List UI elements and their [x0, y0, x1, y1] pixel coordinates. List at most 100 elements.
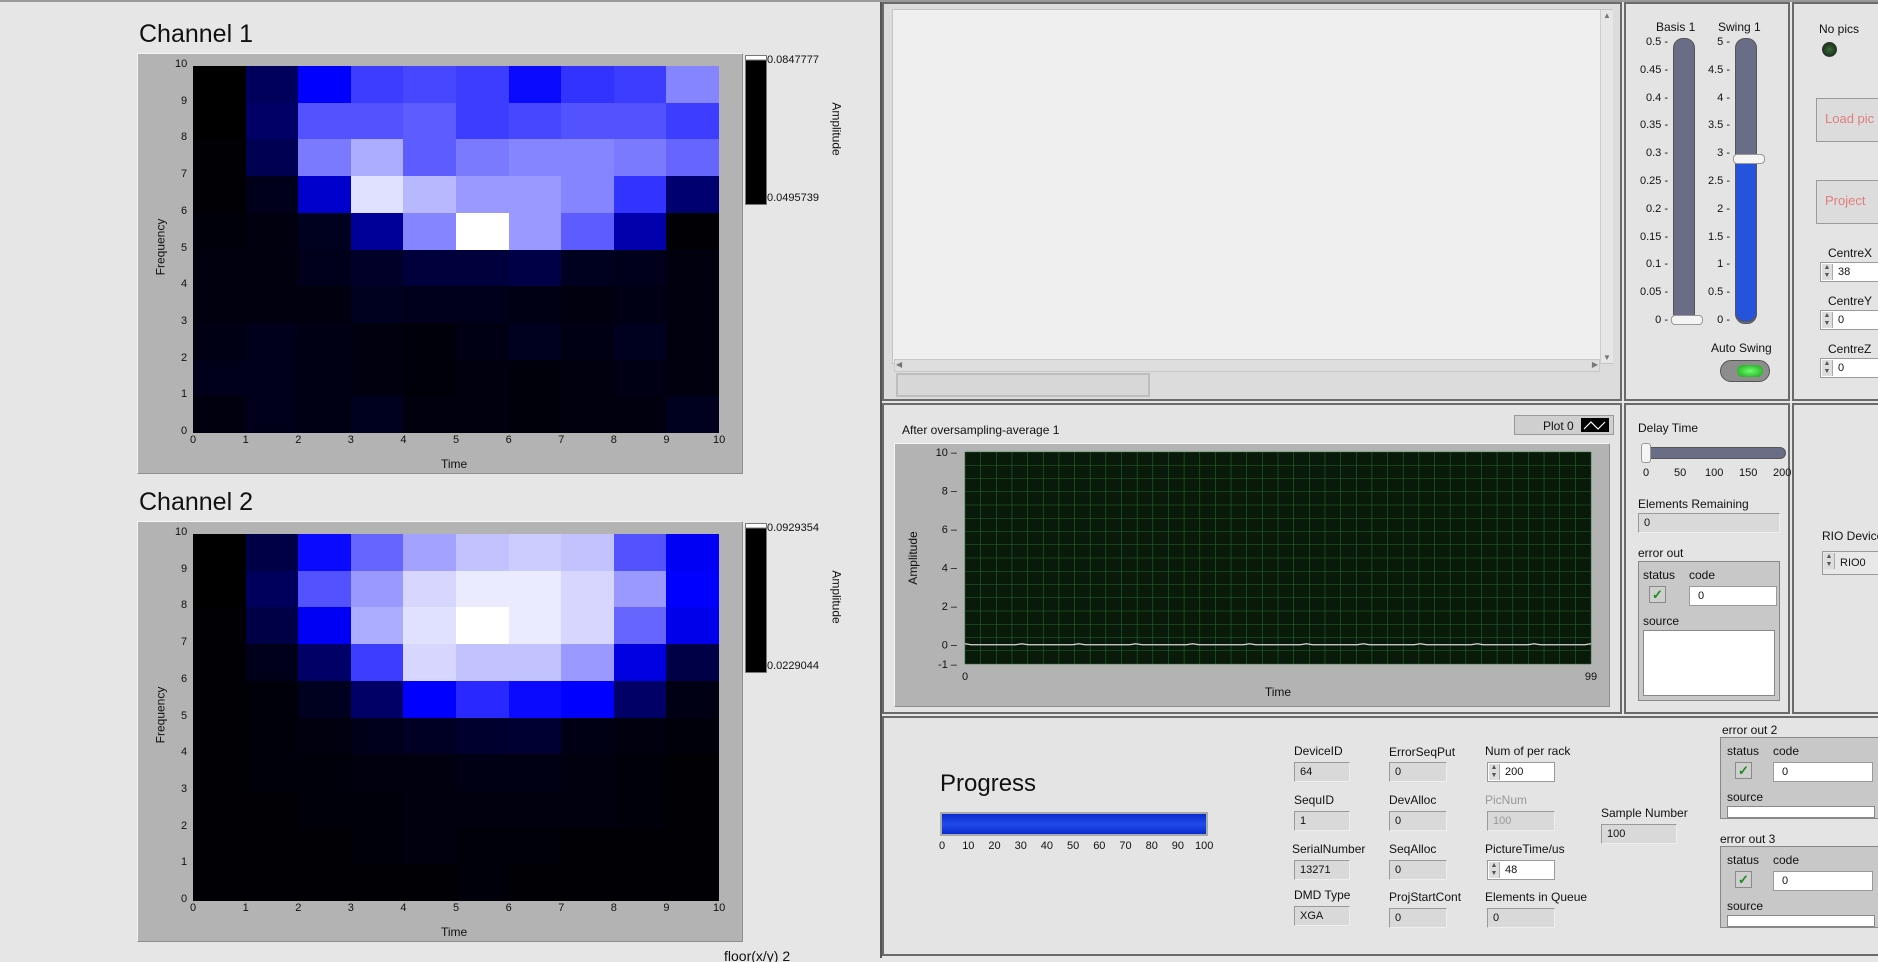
- heatmap-cell: [508, 680, 562, 718]
- scroll-left-icon[interactable]: ◀: [896, 360, 902, 369]
- delay-tick-label: 150: [1739, 467, 1758, 479]
- image-display[interactable]: [892, 9, 1613, 364]
- sample-number-value: 100: [1601, 824, 1677, 844]
- device-id-label: DeviceID: [1294, 744, 1343, 758]
- channel1-zmin: 0.0495739: [767, 192, 819, 204]
- heatmap-cell: [298, 396, 352, 434]
- heatmap-cell: [403, 864, 457, 902]
- scroll-up-icon[interactable]: ▲: [1603, 11, 1611, 20]
- scroll-right-icon[interactable]: ▶: [1592, 360, 1598, 369]
- horizontal-scrollbar[interactable]: ◀ ▶: [894, 359, 1600, 372]
- heatmap-cell: [561, 249, 615, 287]
- plot-legend[interactable]: Plot 0: [1514, 415, 1614, 435]
- heatmap-cell: [403, 66, 457, 104]
- slider-tick-label: 3.5 -: [1707, 119, 1730, 132]
- progress-tick-label: 100: [1195, 840, 1214, 852]
- heatmap-cell: [193, 754, 247, 792]
- progress-title: Progress: [940, 770, 1037, 797]
- heatmap-cell: [666, 680, 720, 718]
- status-field: [896, 373, 1150, 397]
- elements-in-queue-value: 0: [1487, 908, 1555, 928]
- slider1-thumb[interactable]: [1671, 315, 1703, 325]
- slider2-thumb[interactable]: [1733, 153, 1765, 164]
- spinner-icon[interactable]: ▲ ▼: [1822, 312, 1833, 328]
- vertical-scrollbar[interactable]: ▲ ▼: [1600, 10, 1613, 363]
- slider-tick-label: 0 -: [1655, 314, 1668, 326]
- heatmap-cell: [403, 570, 457, 608]
- scroll-down-icon[interactable]: ▼: [1603, 353, 1611, 362]
- heatmap-cell: [508, 644, 562, 682]
- heatmap-cell: [456, 754, 510, 792]
- slider2-fill: [1735, 158, 1757, 322]
- delay-tick-label: 100: [1705, 467, 1724, 479]
- heatmap-cell: [561, 644, 615, 682]
- x-tick-label: 0: [190, 434, 197, 446]
- device-id-value: 64: [1294, 762, 1350, 782]
- heatmap-cell: [350, 286, 404, 324]
- y-tick-label: 0: [181, 425, 188, 437]
- channel1-ylabel: Frequency: [153, 218, 168, 276]
- heatmap-cell: [508, 396, 562, 434]
- rio-device-select[interactable]: ▲ ▼ RIO0: [1822, 551, 1878, 575]
- heatmap-cell: [456, 249, 510, 287]
- heatmap-cell: [403, 212, 457, 250]
- delay-slider-track[interactable]: [1642, 447, 1786, 459]
- status-check-icon: ✓: [1735, 762, 1752, 779]
- heatmap-cell: [245, 644, 299, 682]
- heatmap-cell: [456, 717, 510, 755]
- channel2-heatmap: [193, 534, 720, 902]
- y-tick-label: 8: [181, 599, 188, 612]
- x-tick-label: 6: [505, 434, 512, 446]
- num-per-rack-input[interactable]: ▲ ▼ 200: [1487, 762, 1555, 782]
- rio-panel: RIO Device ▲ ▼ RIO0: [1792, 403, 1878, 714]
- slider1-track[interactable]: [1673, 38, 1695, 324]
- heatmap-cell: [403, 176, 457, 214]
- heatmap-cell: [350, 212, 404, 250]
- auto-swing-toggle[interactable]: [1720, 360, 1770, 382]
- heatmap-cell: [456, 102, 510, 140]
- heatmap-cell: [613, 66, 667, 104]
- heatmap-cell: [561, 396, 615, 434]
- heatmap-cell: [350, 607, 404, 645]
- x-tick-label: 8: [610, 902, 617, 914]
- project-button[interactable]: Project: [1816, 180, 1878, 224]
- heatmap-cell: [613, 396, 667, 434]
- heatmap-cell: [245, 66, 299, 104]
- heatmap-cell: [456, 680, 510, 718]
- heatmap-cell: [298, 102, 352, 140]
- status-label: status: [1643, 568, 1676, 582]
- spinner-icon[interactable]: ▲ ▼: [1489, 862, 1500, 878]
- heatmap-cell: [403, 396, 457, 434]
- heatmap-cell: [666, 249, 720, 287]
- heatmap-cell: [456, 790, 510, 829]
- load-pic-button[interactable]: Load pic: [1816, 98, 1878, 142]
- picture-time-input[interactable]: ▲ ▼ 48: [1487, 860, 1555, 880]
- channel1-zlabel: Amplitude: [829, 102, 844, 156]
- heatmap-cell: [298, 790, 352, 829]
- heatmap-cell: [350, 790, 404, 829]
- x-tick-label: 1: [242, 434, 249, 446]
- heatmap-cell: [613, 176, 667, 214]
- slider-tick-label: 4.5 -: [1707, 63, 1730, 76]
- centrex-input[interactable]: ▲ ▼ 38: [1820, 262, 1878, 282]
- heatmap-cell: [613, 644, 667, 682]
- centrey-input[interactable]: ▲ ▼ 0: [1820, 310, 1878, 330]
- x-tick-label: 5: [453, 434, 460, 446]
- y-tick-label: 7: [181, 636, 188, 649]
- error-source-text: [1643, 630, 1775, 696]
- heatmap-cell: [666, 102, 720, 140]
- spinner-icon[interactable]: ▲ ▼: [1822, 264, 1833, 280]
- spinner-icon[interactable]: ▲ ▼: [1822, 360, 1833, 376]
- heatmap-cell: [193, 534, 247, 572]
- heatmap-cell: [245, 864, 299, 902]
- heatmap-cell: [193, 827, 247, 865]
- y-tick-label: 10: [175, 526, 188, 538]
- heatmap-cell: [350, 139, 404, 177]
- browse-icon[interactable]: ▲ ▼: [1824, 553, 1835, 569]
- progress-bar: [940, 812, 1208, 836]
- centrey-label: CentreY: [1828, 294, 1873, 308]
- centrez-input[interactable]: ▲ ▼ 0: [1820, 358, 1878, 378]
- spinner-icon[interactable]: ▲ ▼: [1489, 764, 1500, 780]
- delay-slider-thumb[interactable]: [1641, 443, 1651, 463]
- heatmap-cell: [298, 754, 352, 792]
